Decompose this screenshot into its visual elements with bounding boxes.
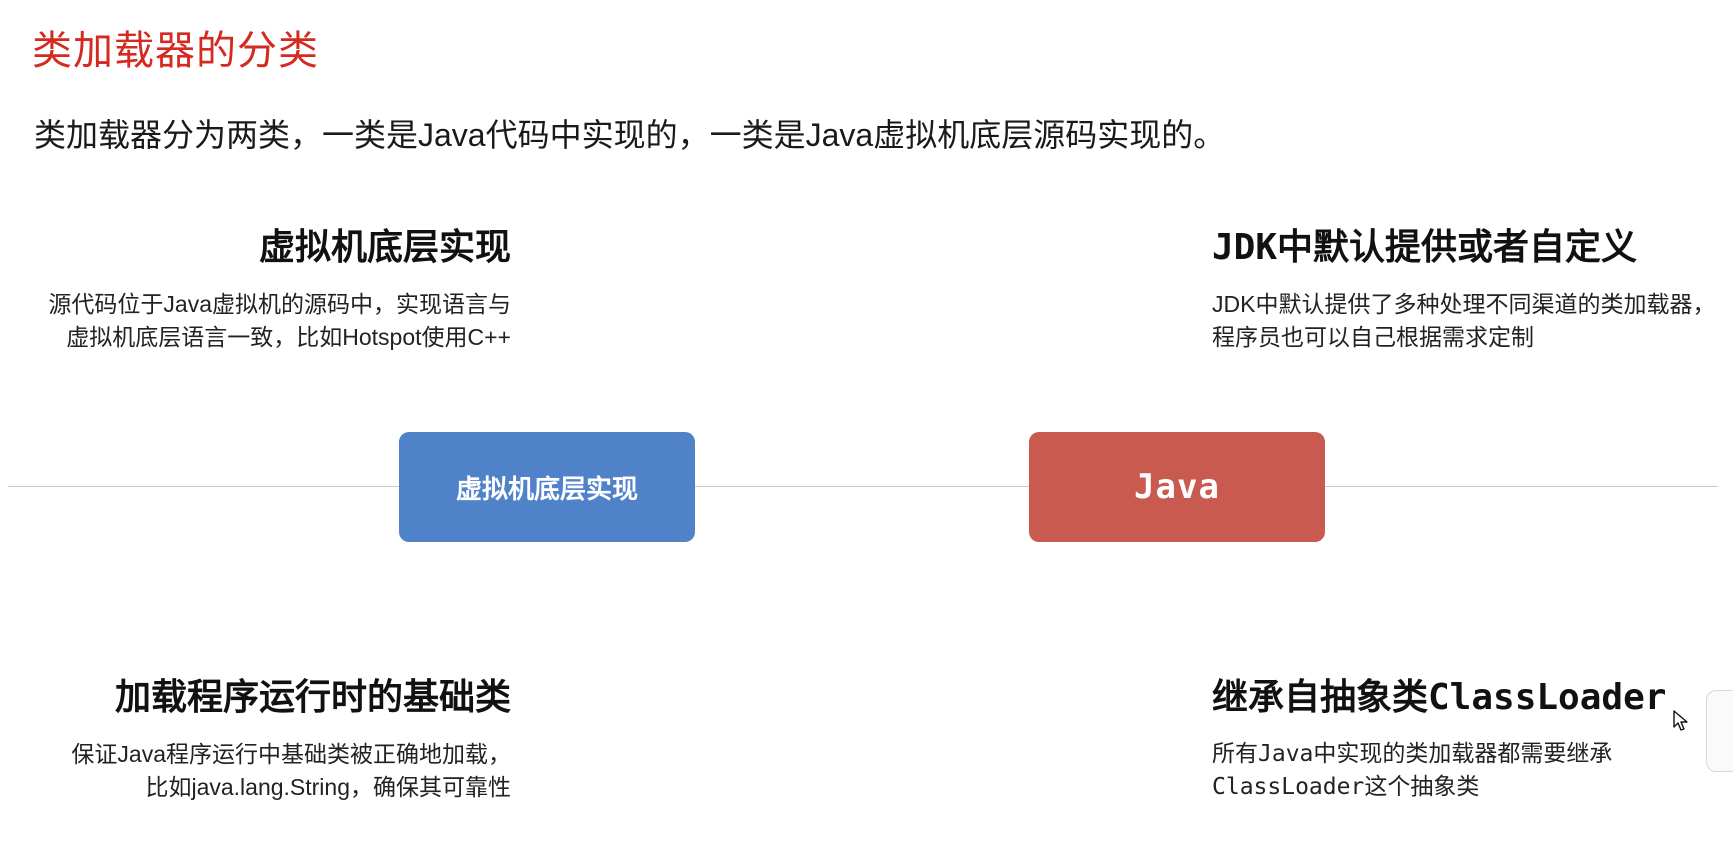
block-text-line: 所有Java中实现的类加载器都需要继承 bbox=[1212, 741, 1613, 767]
block-heading: 加载程序运行时的基础类 bbox=[114, 676, 511, 717]
block-text-line: ClassLoader这个抽象类 bbox=[1212, 774, 1480, 800]
page-subtitle: 类加载器分为两类，一类是Java代码中实现的，一类是Java虚拟机底层源码实现的… bbox=[34, 117, 1226, 153]
node-vm-native: 虚拟机底层实现 bbox=[399, 432, 695, 542]
block-java-top: JDK中默认提供或者自定义 JDK中默认提供了多种处理不同渠道的类加载器， 程序… bbox=[1212, 218, 1715, 354]
block-heading: 虚拟机底层实现 bbox=[258, 226, 511, 267]
block-text-line: 虚拟机底层语言一致，比如Hotspot使用C++ bbox=[66, 324, 511, 350]
block-text-line: 比如java.lang.String，确保其可靠性 bbox=[145, 774, 511, 800]
block-text-line: 保证Java程序运行中基础类被正确地加载， bbox=[71, 741, 511, 767]
block-vm-native-top: 虚拟机底层实现 源代码位于Java虚拟机的源码中，实现语言与 虚拟机底层语言一致… bbox=[48, 218, 511, 354]
block-heading: JDK中默认提供或者自定义 bbox=[1212, 227, 1638, 268]
block-text-line: 程序员也可以自己根据需求定制 bbox=[1212, 324, 1534, 350]
node-java: Java bbox=[1029, 432, 1325, 542]
block-text-line: 源代码位于Java虚拟机的源码中，实现语言与 bbox=[48, 291, 511, 317]
block-text-line: JDK中默认提供了多种处理不同渠道的类加载器， bbox=[1212, 291, 1716, 317]
mouse-pointer-icon bbox=[1673, 710, 1688, 731]
side-panel-tab[interactable] bbox=[1706, 690, 1733, 772]
page-title: 类加载器的分类 bbox=[32, 29, 319, 73]
timeline-line bbox=[8, 486, 1718, 487]
block-vm-native-bottom: 加载程序运行时的基础类 保证Java程序运行中基础类被正确地加载， 比如java… bbox=[71, 668, 511, 804]
block-heading: 继承自抽象类ClassLoader bbox=[1212, 677, 1667, 718]
block-java-bottom: 继承自抽象类ClassLoader 所有Java中实现的类加载器都需要继承 Cl… bbox=[1212, 668, 1666, 804]
